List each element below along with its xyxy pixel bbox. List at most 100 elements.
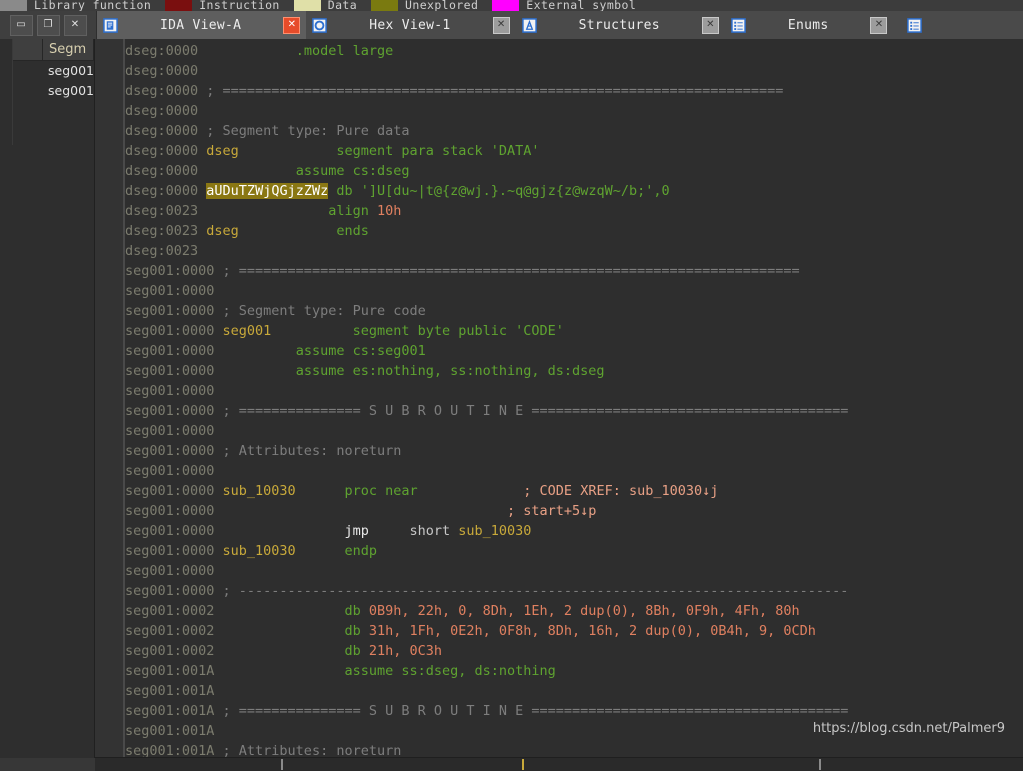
tab-strip: IDA View-A ✕ Hex View-1 ✕ Structures ✕ Enums ✕ (97, 11, 1023, 39)
code-token: proc near (344, 483, 418, 499)
disassembly-line[interactable]: dseg:0000 aUDuTZWjQGjzZWz db ']U[du~|t@{… (125, 181, 1023, 201)
tab-label: Enums (787, 17, 829, 33)
legend-label: Data (327, 0, 358, 11)
disassembly-line[interactable]: seg001:0000 ; Attributes: noreturn (125, 441, 1023, 461)
line-address: seg001:0000 (125, 343, 215, 359)
disassembly-line[interactable]: seg001:0000 (125, 461, 1023, 481)
segments-row[interactable]: seg001 (0, 61, 94, 81)
exports-icon (907, 17, 923, 33)
disassembly-line[interactable]: seg001:0000 ; Segment type: Pure code (125, 301, 1023, 321)
disassembly-line[interactable]: dseg:0000 (125, 101, 1023, 121)
disassembly-line[interactable]: dseg:0000 .model large (125, 41, 1023, 61)
disassembly-line[interactable]: dseg:0000 (125, 61, 1023, 81)
code-token: jmp (344, 523, 369, 539)
disassembly-line[interactable]: seg001:001A ; Attributes: noreturn (125, 741, 1023, 758)
disassembly-line[interactable]: dseg:0000 ; Segment type: Pure data (125, 121, 1023, 141)
disassembly-lines[interactable]: dseg:0000 .model large dseg:0000 dseg:0000… (125, 39, 1023, 758)
code-token[interactable]: sub_10030 (458, 523, 531, 539)
segments-panel-header: Segm (0, 39, 94, 61)
segments-panel[interactable]: Segm seg001 seg001 (0, 39, 95, 764)
disassembly-line[interactable]: seg001:0000 assume cs:seg001 (125, 341, 1023, 361)
legend-label: Library function (34, 0, 152, 11)
tab-close-icon[interactable]: ✕ (701, 16, 719, 34)
disassembly-line[interactable]: dseg:0000 dseg segment para stack 'DATA' (125, 141, 1023, 161)
code-token: ']U[du~|t@{z@wj.}.~q@gjz{z@wzqW~/b;',0 (352, 183, 670, 199)
tab-ida-view-a[interactable]: IDA View-A ✕ (97, 11, 307, 39)
line-address: seg001:0000 (125, 363, 215, 379)
tab-overflow-icon[interactable] (901, 11, 929, 39)
line-address: seg001:0000 (125, 443, 215, 459)
code-token: assume es:nothing, ss:nothing, ds:dseg (295, 363, 605, 379)
close-window-button[interactable]: ✕ (63, 14, 87, 36)
disassembly-line[interactable]: seg001:0000 sub_10030 endp (125, 541, 1023, 561)
code-token: ; =============== S U B R O U T I N E ==… (214, 703, 849, 719)
disassembly-line[interactable]: dseg:0023 dseg ends (125, 221, 1023, 241)
minimize-button[interactable]: ▭ (9, 14, 33, 36)
disassembly-line[interactable]: seg001:0000 assume es:nothing, ss:nothin… (125, 361, 1023, 381)
view-tab-bar: ▭ ❐ ✕ IDA View-A ✕ Hex View-1 ✕ Structures ✕ E… (0, 11, 1023, 39)
line-address: seg001:001A (125, 723, 215, 739)
disassembly-line[interactable]: seg001:0000 ; --------------------------… (125, 581, 1023, 601)
navigator-legend-bar: Library function Instruction Data Unexplore… (0, 0, 1023, 11)
disassembly-line[interactable]: seg001:0000 ; ==========================… (125, 261, 1023, 281)
segments-column-name[interactable]: Segm (43, 39, 94, 60)
code-token[interactable]: sub_10030 (214, 483, 296, 499)
code-token[interactable]: sub_10030 (214, 543, 296, 559)
legend-swatch (293, 0, 321, 11)
disassembly-line[interactable]: seg001:001A ; =============== S U B R O … (125, 701, 1023, 721)
disassembly-line[interactable]: seg001:0000 seg001 segment byte public '… (125, 321, 1023, 341)
disassembly-line[interactable]: dseg:0023 (125, 241, 1023, 261)
disassembly-line[interactable]: seg001:0000 ; =============== S U B R O … (125, 401, 1023, 421)
disassembly-line[interactable]: dseg:0023 align 10h (125, 201, 1023, 221)
tab-hex-view-1[interactable]: Hex View-1 ✕ (306, 11, 516, 39)
disassembly-line[interactable]: seg001:001A assume ss:dseg, ds:nothing (125, 661, 1023, 681)
code-token: db (344, 603, 361, 619)
line-address: seg001:001A (125, 743, 215, 758)
disassembly-line[interactable]: seg001:0000 sub_10030 proc near ; CODE X… (125, 481, 1023, 501)
navigator-band[interactable] (95, 757, 1023, 771)
ida-main-window: Library function Instruction Data Unexplore… (0, 0, 1023, 771)
navigator-tick (280, 759, 283, 770)
segments-row[interactable]: seg001 (0, 81, 94, 101)
legend-item: Library function (0, 0, 151, 11)
disassembly-line[interactable]: dseg:0000 assume cs:dseg (125, 161, 1023, 181)
tab-close-icon[interactable]: ✕ (492, 16, 510, 34)
disassembly-line[interactable]: seg001:0000 (125, 421, 1023, 441)
line-address: seg001:0000 (125, 483, 215, 499)
highlighted-symbol[interactable]: aUDuTZWjQGjzZWz (206, 183, 329, 199)
tab-close-icon[interactable]: ✕ (870, 16, 888, 34)
tab-enums[interactable]: Enums ✕ (724, 11, 894, 39)
line-address: seg001:001A (125, 663, 215, 679)
tab-structures[interactable]: Structures ✕ (515, 11, 725, 39)
code-token: ; Segment type: Pure code (214, 303, 426, 319)
line-address: seg001:0000 (125, 303, 215, 319)
disassembly-line[interactable]: seg001:0000 ; start+5↓p (125, 501, 1023, 521)
disassembly-line[interactable]: seg001:0002 db 31h, 1Fh, 0E2h, 0F8h, 8Dh… (125, 621, 1023, 641)
disassembly-line[interactable]: ↰seg001:0000 jmp short sub_10030 (125, 521, 1023, 541)
code-token: ends (336, 223, 369, 239)
structures-icon (521, 17, 537, 33)
code-token: 31h, 1Fh, 0E2h, 0F8h, 8Dh, 16h, 2 dup(0)… (368, 623, 816, 639)
mdi-window-controls: ▭ ❐ ✕ (0, 11, 97, 39)
disassembly-line[interactable]: seg001:0000 (125, 561, 1023, 581)
line-address: dseg:0000 (125, 83, 199, 99)
disassembly-view[interactable]: dseg:0000 .model large dseg:0000 dseg:0000… (95, 39, 1023, 758)
disassembly-line[interactable]: dseg:0000 ; ============================… (125, 81, 1023, 101)
disassembly-line[interactable]: seg001:0000 (125, 281, 1023, 301)
disassembly-line[interactable]: seg001:0002 db 0B9h, 22h, 0, 8Dh, 1Eh, 2… (125, 601, 1023, 621)
disassembly-line[interactable]: seg001:001A (125, 681, 1023, 701)
disassembly-line[interactable]: seg001:0002 db 21h, 0C3h (125, 641, 1023, 661)
tab-close-icon[interactable]: ✕ (283, 16, 301, 34)
disassembly-line[interactable]: seg001:0000 (125, 381, 1023, 401)
line-address: seg001:0002 (125, 643, 215, 659)
restore-button[interactable]: ❐ (36, 14, 60, 36)
code-token: segment para stack 'DATA' (336, 143, 540, 159)
